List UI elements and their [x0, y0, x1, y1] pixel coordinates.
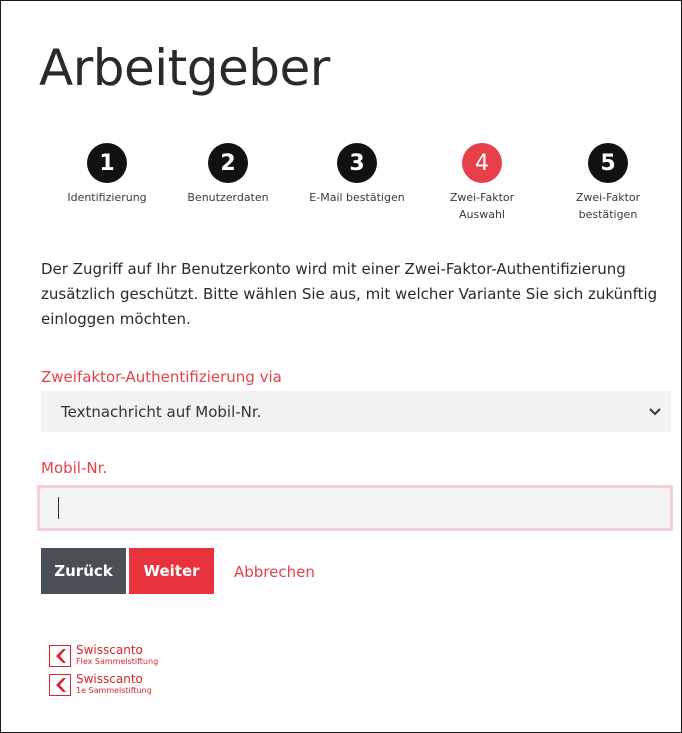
step-number: 2 [208, 143, 248, 183]
step-label: Identifizierung [67, 191, 147, 204]
logo-name: Swisscanto [76, 672, 143, 686]
next-button[interactable]: Weiter [129, 548, 214, 594]
step-1: 1 Identifizierung [37, 143, 177, 206]
logo-subtitle: Flex Sammelstiftung [76, 657, 159, 666]
mobile-input[interactable] [37, 485, 673, 531]
twofactor-selected-value: Textnachricht auf Mobil-Nr. [61, 402, 262, 421]
step-label: Zwei-Faktor Auswahl [449, 191, 515, 221]
page-frame: Arbeitgeber 1 Identifizierung 2 Benutzer… [0, 0, 682, 733]
step-label: E-Mail bestätigen [309, 191, 405, 204]
page-title: Arbeitgeber [39, 39, 330, 97]
twofactor-select[interactable]: Textnachricht auf Mobil-Nr. [41, 391, 671, 432]
logo-name: Swisscanto [76, 643, 143, 657]
swisscanto-logo-icon [49, 645, 71, 667]
back-button[interactable]: Zurück [41, 548, 126, 594]
intro-text: Der Zugriff auf Ihr Benutzerkonto wird m… [41, 260, 658, 328]
cancel-link[interactable]: Abbrechen [234, 563, 315, 581]
step-number: 5 [588, 143, 628, 183]
swisscanto-flex-logo: Swisscanto Flex Sammelstiftung [49, 643, 158, 669]
twofactor-label: Zweifaktor-Authentifizierung via [41, 368, 282, 386]
step-number: 4 [462, 143, 502, 183]
step-3: 3 E-Mail bestätigen [287, 143, 427, 206]
step-5: 5 Zwei-Faktor bestätigen [538, 143, 678, 223]
step-label: Benutzerdaten [187, 191, 269, 204]
chevron-down-icon [649, 408, 661, 416]
step-number: 3 [337, 143, 377, 183]
swisscanto-logo-icon [49, 674, 71, 696]
step-label: Zwei-Faktor bestätigen [575, 191, 641, 221]
swisscanto-1e-logo: Swisscanto 1e Sammelstiftung [49, 672, 152, 698]
step-4: 4 Zwei-Faktor Auswahl [412, 143, 552, 223]
mobile-label: Mobil-Nr. [41, 459, 108, 477]
step-number: 1 [87, 143, 127, 183]
logo-subtitle: 1e Sammelstiftung [76, 686, 152, 695]
text-caret [58, 497, 59, 519]
step-2: 2 Benutzerdaten [158, 143, 298, 206]
